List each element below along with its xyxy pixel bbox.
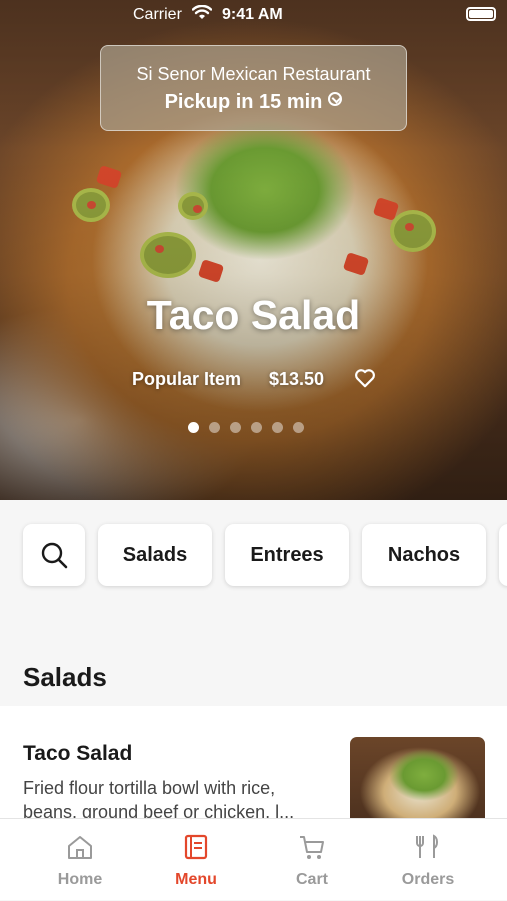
cart-icon xyxy=(300,836,324,859)
tab-menu[interactable]: Menu xyxy=(136,819,256,901)
pickup-label: Pickup in 15 min xyxy=(164,91,323,113)
carrier-label: Carrier xyxy=(133,6,182,23)
featured-tag: Popular Item xyxy=(132,369,242,389)
status-bar: Carrier 9:41 AM xyxy=(0,0,507,30)
carousel-indicator[interactable] xyxy=(188,422,304,433)
tab-label: Cart xyxy=(295,871,328,888)
battery-icon xyxy=(466,7,496,21)
tab-home[interactable]: Home xyxy=(20,819,140,901)
tab-label: Menu xyxy=(175,871,217,888)
category-salads[interactable]: Salads xyxy=(98,524,212,586)
pickup-time: Pickup in 15 min xyxy=(101,91,406,114)
tab-orders[interactable]: Orders xyxy=(368,819,488,901)
search-icon xyxy=(41,542,68,569)
menu-icon xyxy=(184,834,208,860)
menu-item-name: Taco Salad xyxy=(23,742,133,765)
carousel-dot[interactable] xyxy=(230,422,241,433)
tab-bar: Home Menu Cart Orders xyxy=(0,818,507,900)
section-title: Salads xyxy=(23,662,107,692)
clock: 9:41 AM xyxy=(222,6,283,23)
orders-icon xyxy=(416,834,438,858)
heart-icon[interactable] xyxy=(354,368,376,388)
menu-item-image xyxy=(350,737,485,818)
tab-label: Home xyxy=(57,871,103,888)
menu-item-card[interactable]: Taco Salad Fried flour tortilla bowl wit… xyxy=(0,706,507,822)
tab-cart[interactable]: Cart xyxy=(252,819,372,901)
carousel-dot[interactable] xyxy=(293,422,304,433)
search-button[interactable] xyxy=(23,524,85,586)
carousel-dot[interactable] xyxy=(188,422,199,433)
category-bar: Salads Entrees Nachos xyxy=(23,524,507,586)
carousel-dot[interactable] xyxy=(251,422,262,433)
restaurant-pickup-selector[interactable]: Si Senor Mexican Restaurant Pickup in 15… xyxy=(100,45,407,131)
featured-price: $13.50 xyxy=(269,369,325,389)
hero-banner[interactable]: Carrier 9:41 AM Si Senor Mexican Restaur… xyxy=(0,0,507,500)
restaurant-name: Si Senor Mexican Restaurant xyxy=(136,64,371,84)
carousel-dot[interactable] xyxy=(209,422,220,433)
menu-item-description: Fried flour tortilla bowl with rice, bea… xyxy=(23,778,295,822)
category-entrees[interactable]: Entrees xyxy=(225,524,349,586)
category-nachos[interactable]: Nachos xyxy=(362,524,486,586)
chevron-down-icon xyxy=(328,92,343,106)
category-next-partial[interactable] xyxy=(499,524,507,586)
featured-title: Taco Salad xyxy=(146,292,361,338)
wifi-icon xyxy=(192,5,212,19)
tab-label: Orders xyxy=(401,871,455,888)
carousel-dot[interactable] xyxy=(272,422,283,433)
home-icon xyxy=(68,836,92,859)
